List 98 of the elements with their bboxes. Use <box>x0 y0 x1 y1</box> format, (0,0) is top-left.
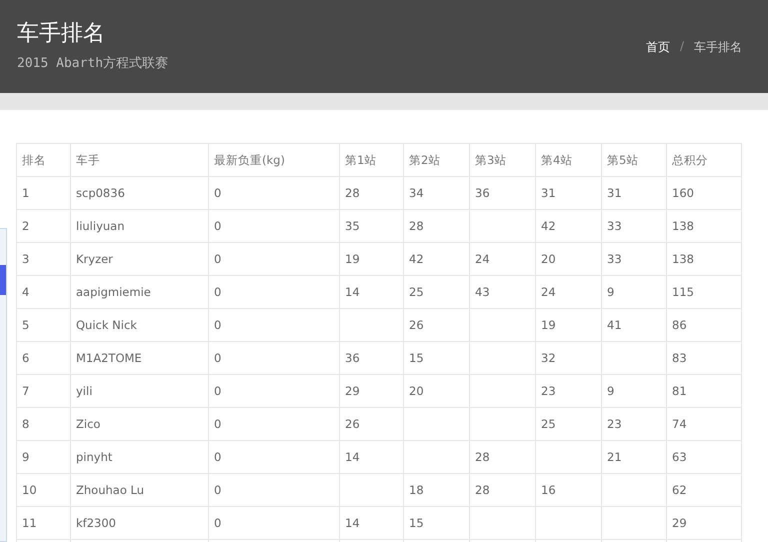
table-cell: 19 <box>541 318 556 332</box>
table-cell: 14 <box>345 285 360 299</box>
column-header: 排名 <box>16 144 70 176</box>
table-cell: 14 <box>345 516 360 530</box>
table-cell: 160 <box>672 186 694 200</box>
breadcrumb-link[interactable]: 车手排名 <box>694 39 742 56</box>
table-cell: 4 <box>22 285 30 299</box>
table-cell: scp0836 <box>76 186 125 200</box>
table-cell: liuliyuan <box>76 219 124 233</box>
table-cell: 0 <box>214 450 222 464</box>
table-cell: 9 <box>607 285 614 299</box>
table-cell: 0 <box>214 252 222 266</box>
table-cell: 115 <box>672 285 694 299</box>
column-header: 最新负重(kg) <box>208 144 340 176</box>
table-cell: 3 <box>22 252 30 266</box>
table-cell: 62 <box>672 483 687 497</box>
table-cell: 28 <box>475 450 490 464</box>
table-cell: Quick Nick <box>76 318 137 332</box>
table-cell: 0 <box>214 285 222 299</box>
table-cell: 20 <box>409 384 424 398</box>
breadcrumb-link[interactable]: 首页 <box>646 39 670 56</box>
table-cell: 8 <box>22 417 30 431</box>
table-cell: 32 <box>541 351 556 365</box>
table-cell: 16 <box>541 483 556 497</box>
table-cell: 18 <box>409 483 424 497</box>
table-cell: 0 <box>214 384 222 398</box>
table-cell: 19 <box>345 252 360 266</box>
table-cell: 138 <box>672 252 694 266</box>
table-cell: 25 <box>409 285 424 299</box>
page-title: 车手排名 <box>17 20 106 48</box>
breadcrumb-separator: / <box>680 39 684 55</box>
table-cell: 41 <box>607 318 622 332</box>
table-cell: 0 <box>214 516 222 530</box>
table-cell: 15 <box>409 516 424 530</box>
table-cell: 7 <box>22 384 30 398</box>
column-header: 第2站 <box>404 144 470 176</box>
table-cell: 28 <box>345 186 360 200</box>
table-cell: 36 <box>345 351 360 365</box>
column-header: 总积分 <box>666 144 742 176</box>
table-cell: 36 <box>475 186 490 200</box>
table-cell: 0 <box>214 219 222 233</box>
table-cell: 31 <box>607 186 622 200</box>
table-cell: 6 <box>22 351 30 365</box>
table-cell: 20 <box>541 252 556 266</box>
table-cell: 83 <box>672 351 687 365</box>
table-cell: 0 <box>214 483 222 497</box>
table-cell: 23 <box>541 384 556 398</box>
column-header: 第4站 <box>536 144 602 176</box>
table-cell: Kryzer <box>76 252 113 266</box>
column-header: 车手 <box>70 144 208 176</box>
table-cell: kf2300 <box>76 516 116 530</box>
table-cell: 26 <box>409 318 424 332</box>
table-cell: 35 <box>345 219 360 233</box>
table-cell: 42 <box>409 252 424 266</box>
table-cell: 26 <box>345 417 360 431</box>
table-cell: 74 <box>672 417 687 431</box>
table-cell: 0 <box>214 417 222 431</box>
table-cell: 33 <box>607 219 622 233</box>
table-cell: 5 <box>22 318 30 332</box>
column-header: 第1站 <box>340 144 404 176</box>
table-cell: 23 <box>607 417 622 431</box>
table-cell: yili <box>76 384 92 398</box>
table-cell: 33 <box>607 252 622 266</box>
table-cell: 25 <box>541 417 556 431</box>
table-cell: 0 <box>214 318 222 332</box>
table-cell: 9 <box>22 450 30 464</box>
table-cell: 29 <box>672 516 687 530</box>
table-cell: 24 <box>475 252 490 266</box>
table-cell: 63 <box>672 450 687 464</box>
table-cell: Zico <box>76 417 100 431</box>
table-cell: 0 <box>214 186 222 200</box>
table-cell: 21 <box>607 450 622 464</box>
column-header: 第3站 <box>470 144 536 176</box>
table-cell: 81 <box>672 384 687 398</box>
table-cell: 138 <box>672 219 694 233</box>
page-subtitle: 2015 Abarth方程式联赛 <box>17 55 168 72</box>
column-header: 第5站 <box>602 144 666 176</box>
table-cell: 86 <box>672 318 687 332</box>
table-cell: aapigmiemie <box>76 285 151 299</box>
table-cell: 31 <box>541 186 556 200</box>
table-cell: 10 <box>22 483 37 497</box>
table-cell: 28 <box>409 219 424 233</box>
table-cell: 11 <box>22 516 37 530</box>
table-cell: Zhouhao Lu <box>76 483 144 497</box>
table-cell: M1A2TOME <box>76 351 142 365</box>
table-cell: 9 <box>607 384 614 398</box>
table-cell: 43 <box>475 285 490 299</box>
table-cell: 42 <box>541 219 556 233</box>
table-cell: 14 <box>345 450 360 464</box>
table-cell: 15 <box>409 351 424 365</box>
table-cell: 34 <box>409 186 424 200</box>
table-cell: 29 <box>345 384 360 398</box>
table-cell: 28 <box>475 483 490 497</box>
table-cell: pinyht <box>76 450 112 464</box>
table-cell: 0 <box>214 351 222 365</box>
table-cell: 1 <box>22 186 30 200</box>
table-cell: 24 <box>541 285 556 299</box>
table-cell: 2 <box>22 219 30 233</box>
